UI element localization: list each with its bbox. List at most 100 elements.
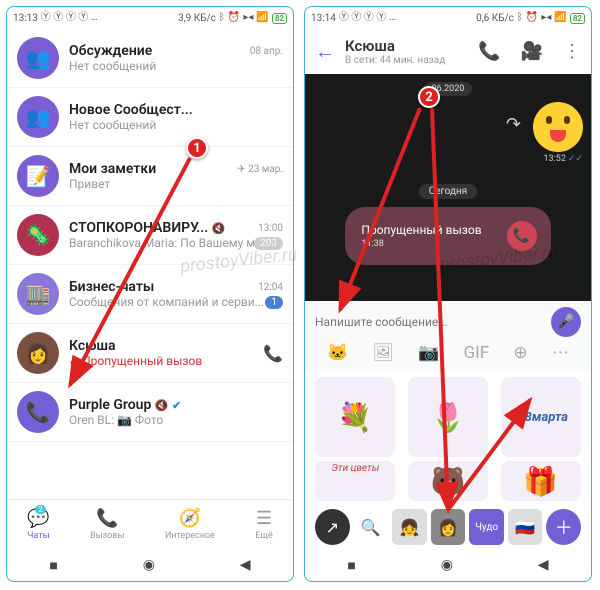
muted-icon: 🔇: [155, 399, 169, 412]
nav-label: Чаты: [27, 531, 49, 541]
back-icon[interactable]: ←: [315, 39, 335, 64]
video-call-icon[interactable]: 🎥: [521, 41, 543, 62]
search-stickers-icon[interactable]: 🔍: [354, 509, 389, 545]
last-seen: В сети: 44 мин. назад: [345, 55, 458, 66]
sticker-item[interactable]: Эти цветы: [315, 461, 395, 501]
chat-row[interactable]: 👥 Обсуждение 08 апр. Нет сообщений: [7, 29, 293, 88]
sticker-message[interactable]: 13:52 ✓✓: [533, 102, 583, 164]
sticker-pack-active[interactable]: 👩: [431, 509, 466, 545]
gif-tool-icon[interactable]: GIF: [464, 343, 490, 363]
callback-button[interactable]: 📞: [507, 221, 537, 251]
chat-subtitle: Oren BL: 📷 Фото: [69, 413, 283, 427]
chat-header: ← Ксюша В сети: 44 мин. назад 📞 🎥 ⋮: [305, 29, 591, 74]
back-button[interactable]: ◀: [538, 557, 549, 573]
menu-icon: ☰: [256, 508, 272, 529]
signal-icon: 📶: [256, 13, 268, 23]
chat-time: 08 апр.: [250, 46, 283, 57]
nav-more[interactable]: ☰ Ещё: [255, 508, 272, 541]
chat-title: СТОПКОРОНАВИРУ... 🔇: [69, 220, 225, 236]
sticker-tray: ↗ 🔍 👧 👩 Чудо 🇷🇺 ＋: [309, 505, 587, 549]
annotation-marker-2: 2: [418, 86, 440, 108]
unread-badge: 203: [254, 237, 283, 250]
nav-chats[interactable]: 💬 2 Чаты: [27, 508, 49, 541]
compass-icon: 🧭: [179, 508, 201, 529]
sticker-item[interactable]: 🐻: [408, 461, 488, 501]
system-nav: ■ ◉ ◀: [305, 549, 591, 581]
read-ticks-icon: ✓✓: [568, 154, 583, 164]
unread-badge: 1: [265, 296, 283, 309]
message-time: 13:52 ✓✓: [543, 154, 583, 164]
sticker-pack[interactable]: 🇷🇺: [508, 509, 543, 545]
chat-row[interactable]: 📝 Мои заметки ✈ 23 мар. Привет: [7, 147, 293, 206]
call-icon[interactable]: 📞: [263, 344, 283, 363]
compose-bar: 🎤 🐱 🖼 📷 GIF ⊕ ⋯: [305, 301, 591, 371]
more-tool-icon[interactable]: ⋯: [552, 343, 569, 363]
phone-right: 13:14 Ⓨ Ⓨ Ⓨ Ⓨ … 0,6 КБ/с ᛒ ⏰ ▸◂ 📶 82 ← К…: [304, 6, 592, 582]
battery-indicator: 82: [272, 13, 287, 24]
chat-subtitle: Baranchikova Maria: По Вашему мнению, до…: [69, 236, 254, 250]
chat-row[interactable]: 🦠 СТОПКОРОНАВИРУ... 🔇 13:00 Baranchikova…: [7, 206, 293, 265]
menu-dots-icon[interactable]: ⋮: [563, 41, 581, 62]
avatar: 🏬: [17, 273, 59, 315]
avatar: 👥: [17, 96, 59, 138]
message-input[interactable]: [315, 315, 545, 329]
wifi-icon: ▸◂: [243, 13, 253, 23]
chat-title: Ксюша: [69, 338, 116, 354]
chat-row[interactable]: 👥 Новое Сообщест... Нет сообщений: [7, 88, 293, 147]
chat-title[interactable]: Ксюша: [345, 37, 458, 55]
muted-icon: 🔇: [212, 222, 226, 235]
chat-title: Обсуждение: [69, 43, 152, 59]
chat-list: 👥 Обсуждение 08 апр. Нет сообщений 👥 Нов…: [7, 29, 293, 499]
chat-row[interactable]: 🏬 Бизнес-чаты 12:04 Сообщения от компани…: [7, 265, 293, 324]
nav-label: Вызовы: [90, 531, 124, 541]
sticker-tool-icon[interactable]: 🐱: [327, 343, 348, 363]
nav-badge: 2: [35, 505, 46, 514]
recent-apps-button[interactable]: ■: [347, 557, 355, 574]
share-icon[interactable]: ↷: [506, 114, 521, 135]
sticker-item[interactable]: 💐: [315, 377, 395, 457]
nav-explore[interactable]: 🧭 Интересное: [165, 508, 215, 541]
chat-time: 12:04: [258, 282, 283, 293]
chat-title: Purple Group 🔇 ✔: [69, 397, 181, 413]
chat-row[interactable]: 👩 Ксюша ↙ Пропущенный вызов 📞: [7, 324, 293, 383]
alarm-icon: ⏰: [526, 13, 538, 23]
add-stickers-button[interactable]: ＋: [546, 509, 581, 545]
sticker-item[interactable]: С 8марта: [501, 377, 581, 457]
avatar: 👩: [17, 332, 59, 374]
sticker-item[interactable]: 🌷: [408, 377, 488, 457]
home-button[interactable]: ◉: [143, 557, 155, 573]
sticker-pack[interactable]: 👧: [392, 509, 427, 545]
call-icon[interactable]: 📞: [478, 41, 500, 62]
phone-left: 13:13 Ⓨ Ⓨ Ⓨ Ⓨ … 3,9 КБ/с ᛒ ⏰ ▸◂ 📶 82 👥 О…: [6, 6, 294, 582]
missed-call-label: Пропущенный вызов: [361, 223, 496, 237]
bluetooth-icon: ᛒ: [517, 13, 523, 23]
status-bar: 13:13 Ⓨ Ⓨ Ⓨ Ⓨ … 3,9 КБ/с ᛒ ⏰ ▸◂ 📶 82: [7, 7, 293, 29]
sticker-pack[interactable]: Чудо: [469, 509, 504, 545]
battery-indicator: 82: [570, 13, 585, 24]
nav-calls[interactable]: 📞 Вызовы: [90, 508, 124, 541]
status-bar: 13:14 Ⓨ Ⓨ Ⓨ Ⓨ … 0,6 КБ/с ᛒ ⏰ ▸◂ 📶 82: [305, 7, 591, 29]
chat-subtitle: Нет сообщений: [69, 59, 283, 73]
back-button[interactable]: ◀: [240, 557, 251, 573]
camera-tool-icon[interactable]: 📷: [418, 343, 439, 363]
date-divider: Сегодня: [419, 184, 478, 199]
chat-title: Мои заметки: [69, 161, 156, 177]
smiley-sticker: [533, 102, 583, 152]
sticker-item[interactable]: 🎁: [501, 461, 581, 501]
chat-row[interactable]: 📞 Purple Group 🔇 ✔ Oren BL: 📷 Фото: [7, 383, 293, 442]
sticker-panel: 💐 🌷 С 8марта Эти цветы 🐻 🎁 ↗ 🔍 👧 👩 Чудо …: [305, 371, 591, 549]
home-button[interactable]: ◉: [441, 557, 453, 573]
bottom-nav: 💬 2 Чаты 📞 Вызовы 🧭 Интересное ☰ Ещё: [7, 499, 293, 549]
status-time: 13:13: [13, 13, 38, 24]
mic-button[interactable]: 🎤: [551, 307, 581, 337]
attach-tool-icon[interactable]: ⊕: [513, 343, 527, 363]
chat-subtitle: ↙ Пропущенный вызов: [69, 354, 249, 368]
missed-call-card[interactable]: Пропущенный вызов 11:38 📞: [345, 207, 550, 265]
chat-body[interactable]: 06.2020 ↷ 13:52 ✓✓ Сегодня Пропущенный в…: [305, 74, 591, 301]
recent-apps-button[interactable]: ■: [49, 557, 57, 574]
system-nav: ■ ◉ ◀: [7, 549, 293, 581]
share-button[interactable]: ↗: [315, 509, 350, 545]
gallery-tool-icon[interactable]: 🖼: [372, 343, 394, 363]
verified-icon: ✔: [172, 399, 181, 412]
chat-subtitle: Нет сообщений: [69, 118, 283, 132]
